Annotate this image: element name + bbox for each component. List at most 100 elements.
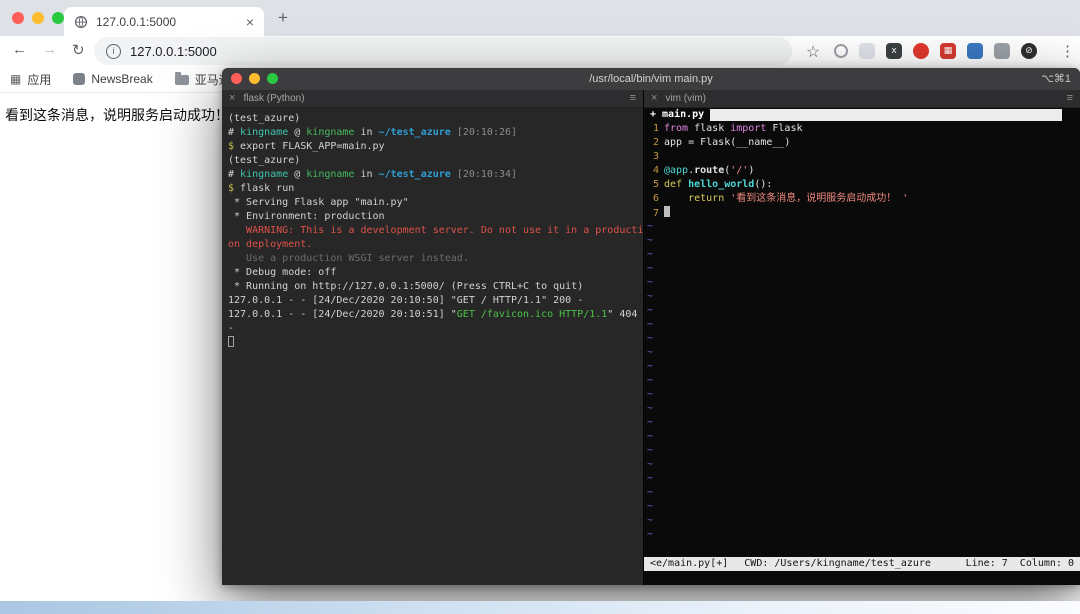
line-number: 2 bbox=[652, 137, 659, 148]
vim-empty-line: ~ bbox=[647, 458, 1080, 472]
pane-menu-icon[interactable]: ≡ bbox=[1067, 93, 1073, 104]
vim-status-cwd: CWD: /Users/kingname/test_azure bbox=[744, 558, 931, 569]
tilde-marker: ~ bbox=[647, 291, 654, 302]
text-segment: export FLASK_APP=main.py bbox=[234, 141, 385, 152]
vim-editor[interactable]: + main.py 1 from flask import Flask 2 app =… bbox=[644, 108, 1080, 585]
shell-output-area[interactable]: (test_azure) # kingname @ kingname in ~/t… bbox=[222, 108, 643, 585]
blue-extension-icon[interactable] bbox=[967, 43, 983, 59]
vim-code-line: 7 bbox=[647, 206, 1080, 220]
code-segment: import bbox=[730, 123, 767, 134]
vim-tabline: + main.py bbox=[644, 108, 1080, 122]
bookmark-label: NewsBreak bbox=[91, 72, 153, 86]
vim-empty-line: ~ bbox=[647, 290, 1080, 304]
pane-menu-icon[interactable]: ≡ bbox=[630, 93, 636, 104]
vim-status-file: <e/main.py[+] bbox=[650, 558, 729, 569]
browser-menu-icon[interactable]: ⋮ bbox=[1060, 42, 1075, 60]
vim-empty-line: ~ bbox=[647, 248, 1080, 262]
vim-empty-line: ~ bbox=[647, 444, 1080, 458]
text-segment: # bbox=[228, 127, 241, 138]
text-segment: ~/test_azure bbox=[378, 169, 451, 180]
text-segment: " 404 bbox=[607, 309, 638, 320]
terminal-zoom-button[interactable] bbox=[267, 73, 278, 84]
tilde-marker: ~ bbox=[647, 333, 654, 344]
code-segment: hello_world bbox=[688, 179, 755, 190]
bookmark-star-icon[interactable]: ☆ bbox=[806, 42, 820, 62]
vim-buffer-tab: + main.py bbox=[650, 109, 705, 120]
vim-empty-line: ~ bbox=[647, 472, 1080, 486]
address-bar[interactable]: i 127.0.0.1:5000 bbox=[94, 37, 792, 65]
vim-tabline-fill bbox=[710, 109, 1062, 121]
text-segment: 127.0.0.1 - - [24/Dec/2020 20:10:50] "GE… bbox=[228, 295, 584, 306]
vim-status-position: Line: 7 Column: 0 bbox=[965, 558, 1074, 569]
close-window-button[interactable] bbox=[12, 12, 24, 24]
terminal-line: (test_azure) bbox=[228, 112, 643, 126]
x-square-extension-icon[interactable]: x bbox=[886, 43, 902, 59]
tilde-marker: ~ bbox=[647, 375, 654, 386]
terminal-cursor bbox=[228, 336, 234, 347]
text-segment: WARNING: This is a development server. D… bbox=[228, 225, 643, 236]
vim-code-line: 6 return '看到这条消息，说明服务启动成功！ ' bbox=[647, 192, 1080, 206]
red-grid-extension-icon[interactable]: ▦ bbox=[940, 43, 956, 59]
browser-toolbar: ← → ↻ i 127.0.0.1:5000 ☆ x ▦ ⊘ ⋮ bbox=[0, 36, 1080, 66]
extension-icons: x ▦ ⊘ bbox=[834, 43, 1037, 59]
text-segment: kingname bbox=[240, 127, 289, 138]
browser-tab-strip: 127.0.0.1:5000 × + bbox=[0, 0, 1080, 36]
tilde-marker: ~ bbox=[647, 417, 654, 428]
puzzle-extension-icon[interactable] bbox=[994, 43, 1010, 59]
vim-empty-line: ~ bbox=[647, 416, 1080, 430]
pane-close-icon[interactable]: × bbox=[229, 93, 235, 104]
card-extension-icon[interactable] bbox=[859, 43, 875, 59]
close-tab-icon[interactable]: × bbox=[246, 15, 254, 29]
code-segment: '/' bbox=[730, 165, 749, 176]
terminal-close-button[interactable] bbox=[231, 73, 242, 84]
reload-button[interactable]: ↻ bbox=[72, 41, 85, 59]
tilde-marker: ~ bbox=[647, 263, 654, 274]
tilde-marker: ~ bbox=[647, 487, 654, 498]
terminal-window: /usr/local/bin/vim main.py ⌥⌘1 × flask (… bbox=[222, 68, 1080, 585]
profile-avatar-icon[interactable]: ⊘ bbox=[1021, 43, 1037, 59]
browser-tab[interactable]: 127.0.0.1:5000 × bbox=[64, 7, 264, 36]
terminal-minimize-button[interactable] bbox=[249, 73, 260, 84]
code-segment: @app bbox=[664, 165, 689, 176]
text-segment: in bbox=[354, 169, 379, 180]
site-info-icon[interactable]: i bbox=[106, 43, 121, 59]
bookmark-item[interactable]: ▦ 应用 bbox=[10, 71, 51, 88]
vim-empty-line: ~ bbox=[647, 430, 1080, 444]
text-segment: # bbox=[228, 169, 241, 180]
tilde-marker: ~ bbox=[647, 361, 654, 372]
vim-empty-line: ~ bbox=[647, 360, 1080, 374]
terminal-window-controls bbox=[231, 73, 278, 84]
ring-extension-icon[interactable] bbox=[834, 44, 848, 58]
pane-tab-label: vim (vim) bbox=[665, 93, 706, 104]
forward-button[interactable]: → bbox=[42, 41, 57, 58]
text-segment: kingname bbox=[306, 127, 355, 138]
terminal-line: - bbox=[228, 322, 643, 336]
terminal-line: $ export FLASK_APP=main.py bbox=[228, 140, 643, 154]
new-tab-button[interactable]: + bbox=[278, 8, 288, 28]
terminal-line: WARNING: This is a development server. D… bbox=[228, 224, 643, 238]
text-segment: kingname bbox=[306, 169, 355, 180]
minimize-window-button[interactable] bbox=[32, 12, 44, 24]
code-segment: Flask bbox=[766, 123, 803, 134]
code-segment: from bbox=[664, 123, 689, 134]
pane-tab-bar: × flask (Python) ≡ bbox=[222, 90, 643, 108]
back-button[interactable]: ← bbox=[12, 41, 27, 58]
terminal-line: Use a production WSGI server instead. bbox=[228, 252, 643, 266]
text-segment: Use a production WSGI server instead. bbox=[228, 253, 469, 264]
zoom-window-button[interactable] bbox=[52, 12, 64, 24]
terminal-pane-flask[interactable]: × flask (Python) ≡ (test_azure) # kingnam… bbox=[222, 90, 643, 585]
pane-close-icon[interactable]: × bbox=[651, 93, 657, 104]
terminal-pane-vim[interactable]: × vim (vim) ≡ + main.py 1 from flask impo… bbox=[643, 90, 1080, 585]
vim-code-line: 4 @app.route('/') bbox=[647, 164, 1080, 178]
bookmark-item[interactable]: NewsBreak bbox=[73, 72, 153, 86]
terminal-line: 127.0.0.1 - - [24/Dec/2020 20:10:50] "GE… bbox=[228, 294, 643, 308]
code-segment: route bbox=[694, 165, 725, 176]
terminal-line: * Debug mode: off bbox=[228, 266, 643, 280]
page-message: 看到这条消息，说明服务启动成功！ bbox=[5, 107, 229, 123]
red-circle-extension-icon[interactable] bbox=[913, 43, 929, 59]
bookmark-label: 应用 bbox=[27, 72, 52, 87]
tilde-marker: ~ bbox=[647, 235, 654, 246]
text-segment: @ bbox=[288, 169, 307, 180]
pane-tab-bar: × vim (vim) ≡ bbox=[644, 90, 1080, 108]
line-number: 3 bbox=[652, 151, 659, 162]
